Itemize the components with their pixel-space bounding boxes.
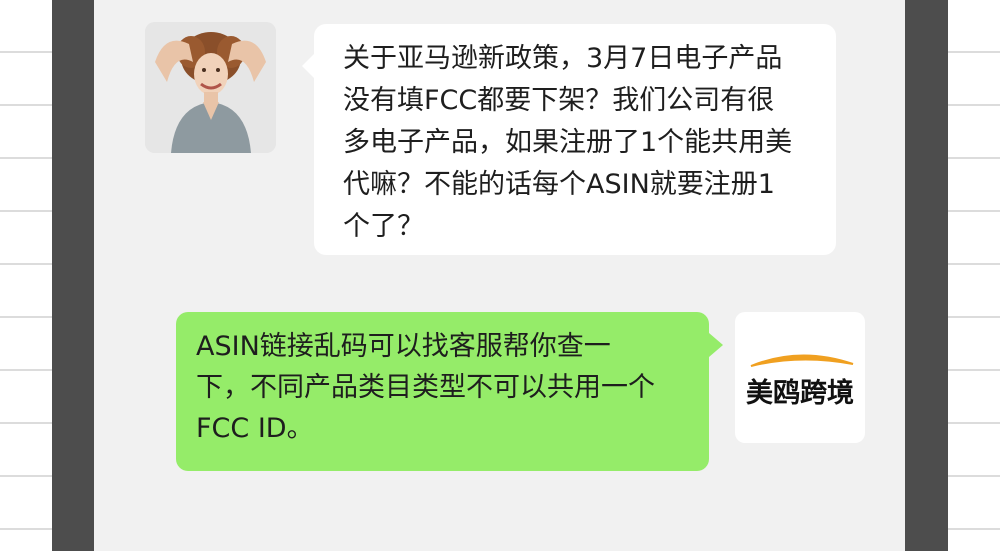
brand-name: 美鸥跨境 bbox=[746, 378, 854, 409]
message-line: FCC ID。 bbox=[196, 413, 314, 444]
message-line: 关于亚马逊新政策，3月7日电子产品 bbox=[343, 43, 783, 74]
ruled-paper-right bbox=[948, 0, 1000, 551]
message-line: 个了？ bbox=[343, 211, 424, 242]
user-photo-avatar-icon bbox=[145, 22, 276, 153]
brand-avatar[interactable]: 美鸥跨境 bbox=[735, 312, 865, 443]
message-line: 下，不同产品类目类型不可以共用一个 bbox=[196, 372, 655, 403]
incoming-message-bubble[interactable]: 关于亚马逊新政策，3月7日电子产品 没有填FCC都要下架？我们公司有很 多电子产… bbox=[302, 24, 836, 255]
outgoing-message-bubble[interactable]: ASIN链接乱码可以找客服帮你查一 下，不同产品类目类型不可以共用一个 FCC … bbox=[176, 312, 723, 471]
message-line: 没有填FCC都要下架？我们公司有很 bbox=[343, 85, 775, 116]
message-line: ASIN链接乱码可以找客服帮你查一 bbox=[196, 331, 611, 362]
message-line: 多电子产品，如果注册了1个能共用美 bbox=[343, 127, 793, 158]
message-line: 代嘛？不能的话每个ASIN就要注册1 bbox=[343, 169, 775, 200]
user-avatar[interactable] bbox=[145, 22, 276, 153]
ruled-paper-left bbox=[0, 0, 52, 551]
